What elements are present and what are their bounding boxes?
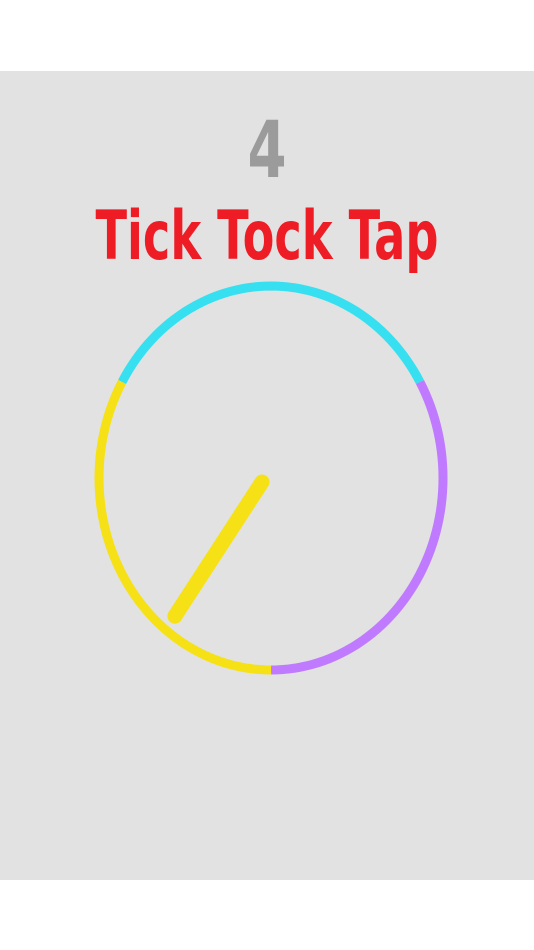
clock-dial[interactable] (0, 71, 534, 880)
ring-segment-cyan (118, 281, 424, 385)
game-screen[interactable]: 4 Tick Tock Tap (0, 0, 534, 950)
clock-hand (167, 474, 270, 624)
ring-segment-yellow (94, 379, 272, 675)
game-area[interactable]: 4 Tick Tock Tap (0, 71, 534, 880)
ring-segment-purple (270, 379, 448, 675)
